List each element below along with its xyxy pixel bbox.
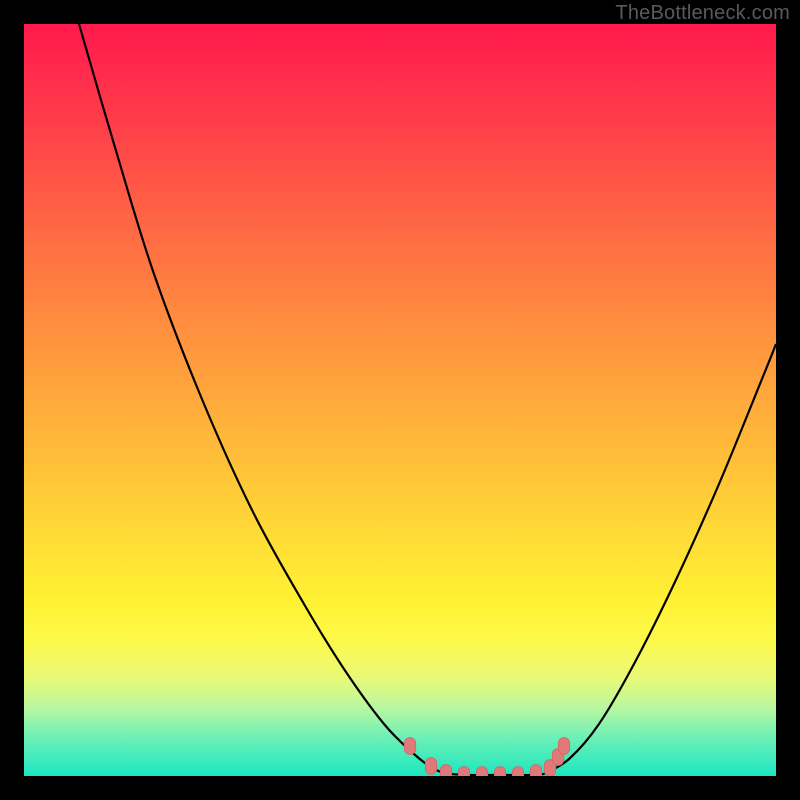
curve-right-path [544,344,776,774]
chart-frame: TheBottleneck.com [0,0,800,800]
marker-point [458,767,469,776]
plot-area [24,24,776,776]
marker-point [404,738,415,755]
marker-point [558,738,569,755]
marker-point [494,767,505,776]
marker-point [425,758,436,775]
marker-point [476,767,487,776]
watermark-text: TheBottleneck.com [615,2,790,25]
curve-svg [24,24,776,776]
marker-group [404,738,569,776]
curve-left-path [79,24,449,774]
marker-point [530,765,541,776]
marker-point [440,765,451,776]
marker-point [512,767,523,776]
